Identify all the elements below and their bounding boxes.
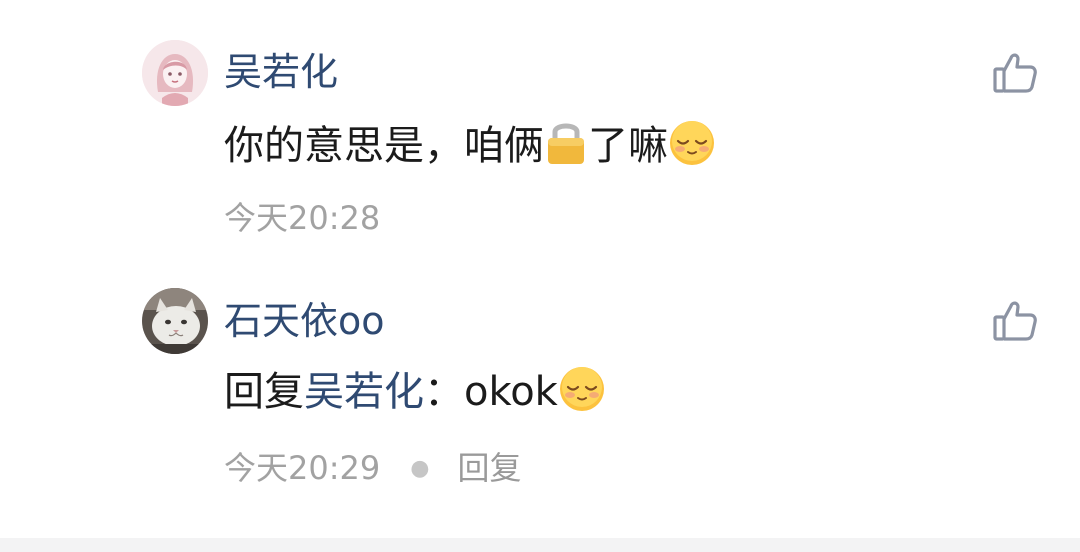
lock-icon <box>544 117 588 181</box>
username[interactable]: 吴若化 <box>224 48 338 96</box>
bottom-divider <box>0 538 1080 552</box>
username[interactable]: 石天依oo <box>224 297 385 345</box>
avatar[interactable] <box>142 288 208 354</box>
avatar[interactable] <box>142 40 208 106</box>
comment-meta: 今天20:28 <box>224 198 380 238</box>
reply-separator: ： <box>424 369 464 415</box>
thumbs-up-icon[interactable] <box>990 48 1040 98</box>
meta-separator-dot: ● <box>410 456 430 481</box>
smiling-closed-eyes-emoji <box>668 119 716 181</box>
comment-meta: 今天20:29 ● 回复 <box>224 448 521 489</box>
comment-text-before: 你的意思是，咱俩 <box>224 123 544 169</box>
timestamp: 今天20:29 <box>224 449 381 487</box>
reply-prefix: 回复 <box>224 369 304 415</box>
comment-text: 回复吴若化：okok <box>224 365 606 427</box>
timestamp: 今天20:28 <box>224 199 381 237</box>
comment-item: 吴若化 你的意思是，咱俩 了嘛 今天20:28 <box>0 0 1080 262</box>
comment-item: 石天依oo 回复吴若化：okok 今天20:29 ● 回复 <box>0 262 1080 538</box>
comment-text-body: okok <box>464 369 558 415</box>
smiling-closed-eyes-emoji <box>558 365 606 427</box>
comment-text: 你的意思是，咱俩 了嘛 <box>224 117 716 181</box>
comment-text-after: 了嘛 <box>588 123 668 169</box>
thumbs-up-icon[interactable] <box>990 296 1040 346</box>
reply-button[interactable]: 回复 <box>457 449 521 487</box>
reply-mention[interactable]: 吴若化 <box>304 369 424 415</box>
